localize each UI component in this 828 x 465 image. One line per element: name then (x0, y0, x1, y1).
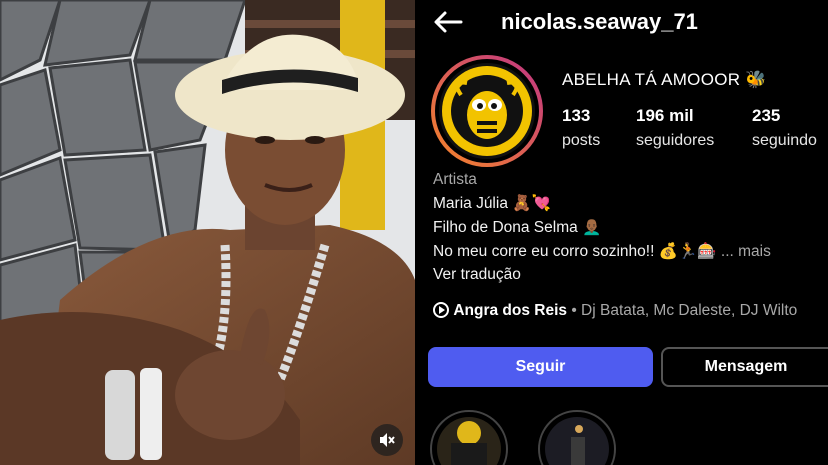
speaker-muted-icon (380, 433, 395, 447)
profile-panel: nicolas.seaway_71 ABELHA TÁ AMOOOR 🐝 133… (415, 0, 828, 465)
translate-link[interactable]: Ver tradução (433, 266, 521, 284)
back-button[interactable] (433, 10, 467, 38)
follow-button-label: Seguir (515, 358, 566, 375)
bio-line-1: Maria Júlia 🧸💘 (433, 195, 551, 212)
highlight-1[interactable] (430, 410, 508, 465)
more-link[interactable]: ... mais (721, 243, 771, 260)
bio-line-3-text: No meu corre eu corro sozinho!! 💰🏃🎰 (433, 243, 717, 260)
stat-followers-label: seguidores (636, 132, 715, 149)
stat-following[interactable]: 235 seguindo (752, 106, 817, 150)
highlight-2[interactable] (538, 410, 616, 465)
location-name: Angra dos Reis (453, 302, 568, 319)
play-circle-icon (433, 302, 449, 318)
avatar-logo (431, 55, 543, 167)
highlight-2-thumb (545, 417, 609, 465)
location-row[interactable]: Angra dos Reis • Dj Batata, Mc Daleste, … (433, 302, 797, 320)
category-label: Artista (433, 171, 477, 188)
message-button[interactable]: Mensagem (661, 347, 828, 387)
profile-photo (0, 0, 415, 465)
mute-button[interactable] (371, 424, 403, 456)
tagged-accounts[interactable]: • Dj Batata, Mc Daleste, DJ Wilto (571, 302, 797, 319)
bio-line-3: No meu corre eu corro sozinho!! 💰🏃🎰 ... … (433, 242, 771, 261)
stat-posts[interactable]: 133 posts (562, 106, 600, 150)
stat-following-value: 235 (752, 106, 781, 125)
username: nicolas.seaway_71 (501, 9, 698, 34)
stat-following-label: seguindo (752, 132, 817, 149)
stat-followers-value: 196 mil (636, 106, 694, 125)
photo-illustration (0, 0, 415, 465)
avatar[interactable] (431, 55, 543, 167)
stat-followers[interactable]: 196 mil seguidores (636, 106, 714, 150)
display-name: ABELHA TÁ AMOOOR 🐝 (562, 70, 767, 89)
bio-line-2: Filho de Dona Selma 👨🏾‍🦲 (433, 219, 602, 236)
follow-button[interactable]: Seguir (428, 347, 653, 387)
arrow-left-icon (434, 11, 463, 33)
stat-posts-value: 133 (562, 106, 591, 125)
highlight-1-thumb (437, 417, 501, 465)
message-button-label: Mensagem (704, 358, 788, 375)
stat-posts-label: posts (562, 132, 601, 149)
